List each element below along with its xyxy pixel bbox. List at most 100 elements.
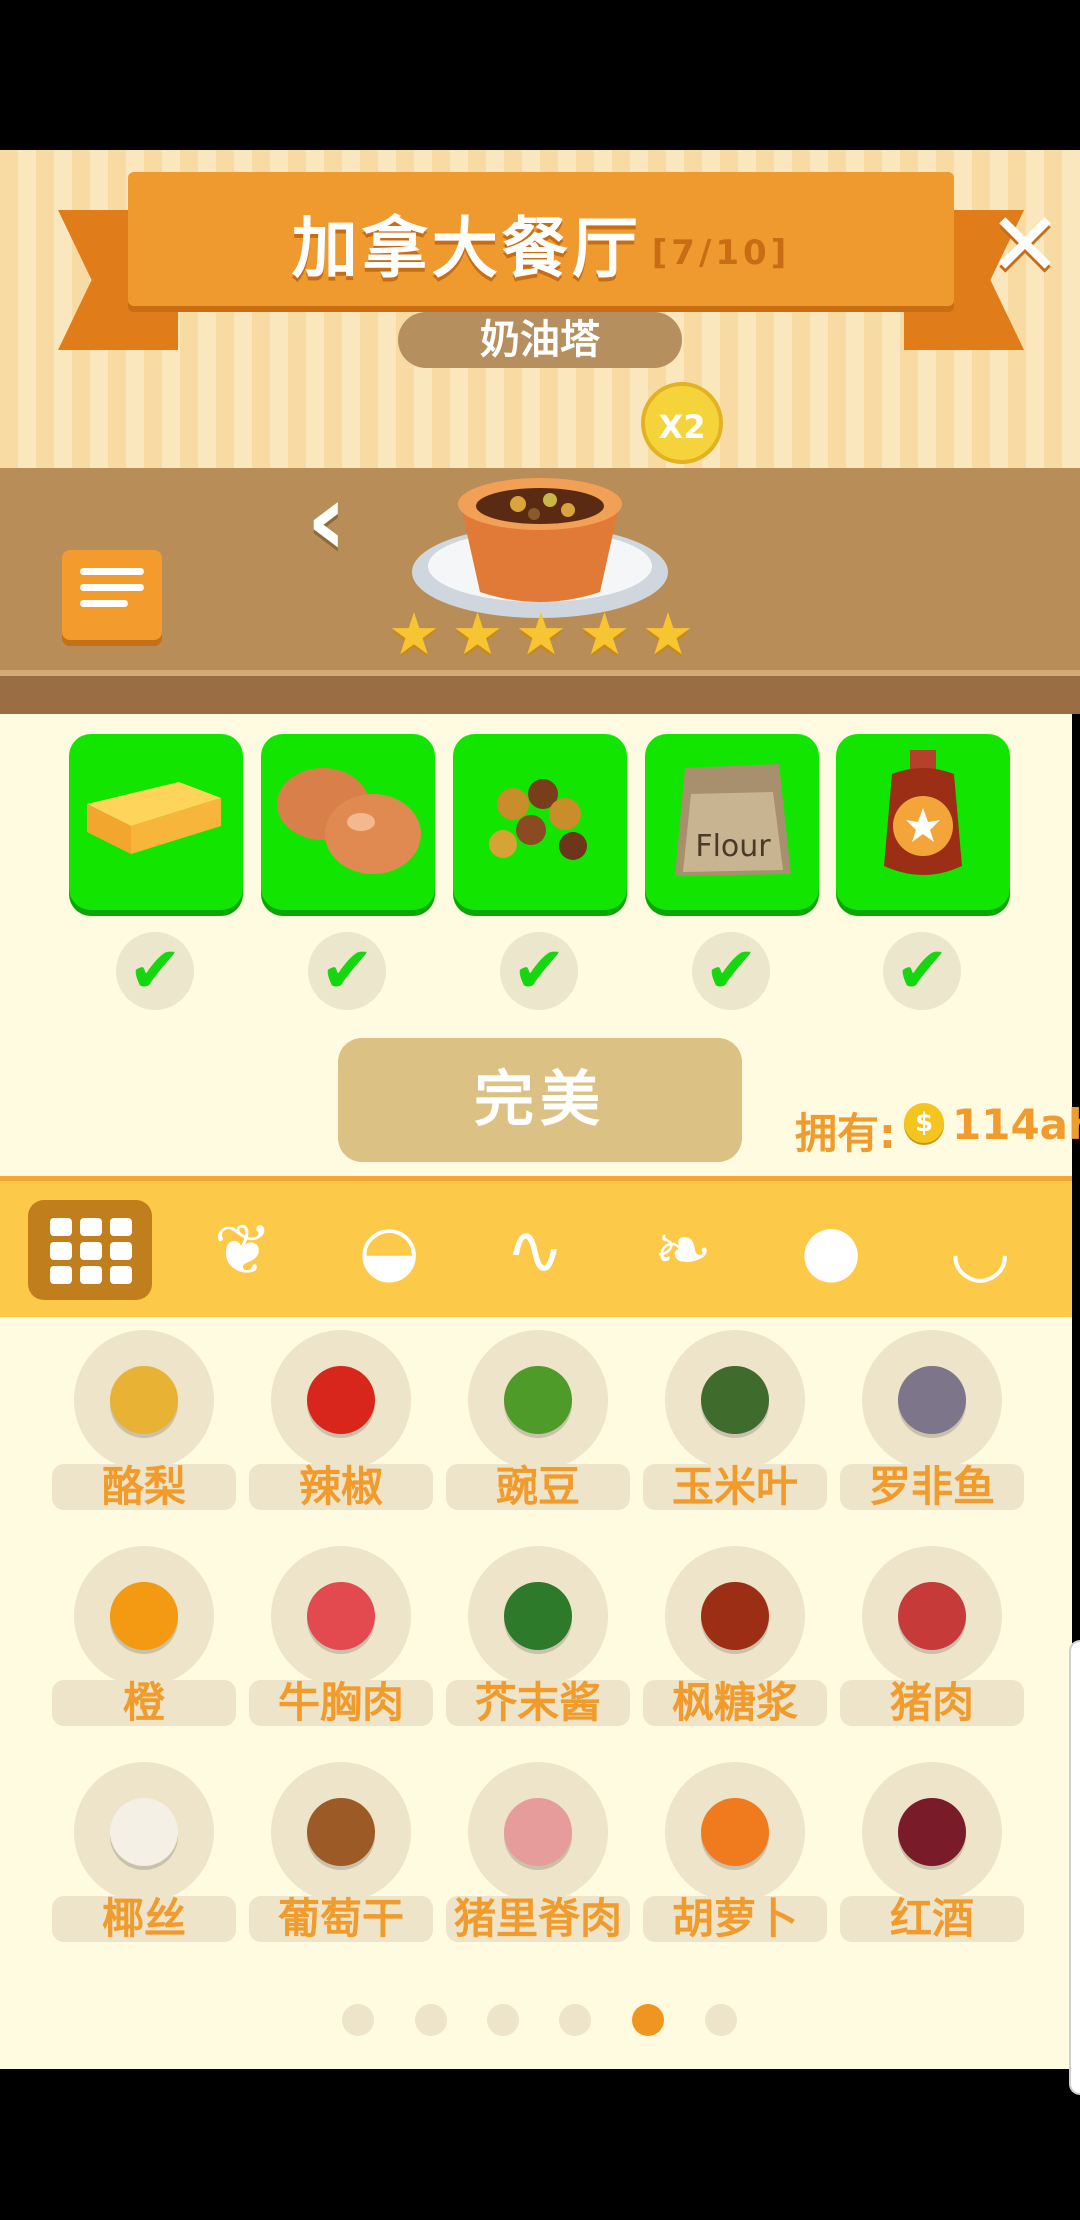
recipe-ingredient-tile[interactable] <box>453 734 627 910</box>
recipe-ingredient-tile[interactable] <box>836 734 1010 910</box>
ingredient-cell[interactable]: 芥末酱 <box>446 1546 630 1732</box>
ingredient-label: 枫糖浆 <box>643 1680 827 1726</box>
ingredient-image <box>271 1546 411 1686</box>
page-dot-active[interactable] <box>632 2004 664 2036</box>
grid-icon-square <box>110 1242 132 1260</box>
pea-pod-icon[interactable]: ❧ <box>628 1200 738 1300</box>
perfect-button[interactable]: 完美 <box>338 1038 742 1162</box>
ingredient-cell[interactable]: 胡萝卜 <box>643 1762 827 1948</box>
ingredient-label: 牛胸肉 <box>249 1680 433 1726</box>
ingredient-cell[interactable]: 豌豆 <box>446 1330 630 1516</box>
ingredient-image <box>74 1762 214 1902</box>
raisins-icon <box>307 1798 375 1866</box>
grid-icon-square <box>50 1218 72 1236</box>
ingredient-cell[interactable]: 牛胸肉 <box>249 1546 433 1732</box>
wine-bottle-icon <box>898 1798 966 1866</box>
ingredient-cell[interactable]: 辣椒 <box>249 1330 433 1516</box>
check-icon: ✔ <box>308 932 386 1010</box>
ingredient-cell[interactable]: 橙 <box>52 1546 236 1732</box>
maple-syrup-icon <box>884 750 962 875</box>
tab-all[interactable] <box>28 1200 152 1300</box>
stage-base <box>0 676 1080 714</box>
ingredient-image <box>862 1330 1002 1470</box>
star-icon: ★ <box>515 600 567 668</box>
owned-label: 拥有: <box>795 1109 896 1158</box>
ingredient-label: 酪梨 <box>52 1464 236 1510</box>
recipe-ingredient-tile[interactable] <box>261 734 435 910</box>
grid-icon-square <box>110 1266 132 1284</box>
maple-syrup-icon <box>701 1582 769 1650</box>
ingredient-label: 豌豆 <box>446 1464 630 1510</box>
grid-icon-square <box>80 1218 102 1236</box>
ingredient-cell[interactable]: 罗非鱼 <box>840 1330 1024 1516</box>
flour-bag-icon: Flour <box>675 764 791 876</box>
book-line <box>80 600 128 607</box>
pork-icon <box>898 1582 966 1650</box>
chevron-left-icon: ‹ <box>306 461 348 578</box>
ingredient-cell[interactable]: 红酒 <box>840 1762 1024 1948</box>
recipe-ingredient-tile[interactable]: Flour <box>645 734 819 910</box>
ingredient-image <box>74 1546 214 1686</box>
svg-text:Flour: Flour <box>695 829 771 864</box>
ingredient-cell[interactable]: 玉米叶 <box>643 1330 827 1516</box>
ingredient-cell[interactable]: 猪里脊肉 <box>446 1762 630 1948</box>
ingredient-image <box>271 1330 411 1470</box>
ingredient-image <box>665 1546 805 1686</box>
grid-icon-square <box>50 1242 72 1260</box>
peas-icon <box>504 1366 572 1434</box>
wasabi-bottle-icon <box>504 1582 572 1650</box>
page-title: 加拿大餐厅 [7/10] <box>128 195 954 291</box>
check-icon: ✔ <box>500 932 578 1010</box>
side-handle[interactable] <box>1069 1640 1080 2095</box>
apple-icon[interactable]: ● <box>776 1200 886 1300</box>
page-dot[interactable] <box>487 2004 519 2036</box>
ingredient-cell[interactable]: 酪梨 <box>52 1330 236 1516</box>
ingredient-label: 芥末酱 <box>446 1680 630 1726</box>
ingredient-label: 玉米叶 <box>643 1464 827 1510</box>
page-dot[interactable] <box>342 2004 374 2036</box>
dish-rating: ★ ★ ★ ★ ★ <box>388 604 694 664</box>
shrimp-icon[interactable]: ∿ <box>480 1200 590 1300</box>
restaurant-name: 加拿大餐厅 <box>291 210 642 287</box>
star-icon: ★ <box>642 600 694 668</box>
star-icon: ★ <box>578 600 631 668</box>
ingredient-image <box>665 1330 805 1470</box>
ingredient-label: 猪肉 <box>840 1680 1024 1726</box>
dish-name: 奶油塔 <box>398 312 682 368</box>
multiplier-badge: X2 <box>641 382 723 464</box>
check-icon: ✔ <box>116 932 194 1010</box>
close-button[interactable]: ✕ <box>985 201 1065 289</box>
book-line <box>80 584 144 591</box>
coconut-icon <box>110 1798 178 1866</box>
page-dot[interactable] <box>705 2004 737 2036</box>
page-dot[interactable] <box>559 2004 591 2036</box>
grid-icon-square <box>80 1266 102 1284</box>
recipe-book-button[interactable] <box>62 550 162 640</box>
star-icon: ★ <box>388 600 440 668</box>
page-dot[interactable] <box>415 2004 447 2036</box>
prev-dish-button[interactable]: ‹ <box>306 470 376 570</box>
salad-bowl-icon[interactable]: ◡ <box>925 1200 1035 1300</box>
wheat-icon[interactable]: ❦ <box>188 1200 298 1300</box>
grid-icon-square <box>80 1242 102 1260</box>
ingredient-image <box>74 1330 214 1470</box>
grid-icon-square <box>50 1266 72 1284</box>
red-pepper-icon <box>307 1366 375 1434</box>
ingredient-label: 椰丝 <box>52 1896 236 1942</box>
pear-icon <box>110 1366 178 1434</box>
ingredient-cell[interactable]: 葡萄干 <box>249 1762 433 1948</box>
meat-icon[interactable]: ◒ <box>334 1200 444 1300</box>
ingredient-cell[interactable]: 椰丝 <box>52 1762 236 1948</box>
ingredient-cell[interactable]: 猪肉 <box>840 1546 1024 1732</box>
ingredient-label: 红酒 <box>840 1896 1024 1942</box>
ingredient-image <box>468 1546 608 1686</box>
grid-icon-square <box>110 1218 132 1236</box>
recipe-ingredient-tile[interactable] <box>69 734 243 910</box>
pork-loin-icon <box>504 1798 572 1866</box>
orange-icon <box>110 1582 178 1650</box>
book-line <box>80 568 144 575</box>
star-icon: ★ <box>451 600 504 668</box>
ingredient-label: 猪里脊肉 <box>446 1896 630 1942</box>
butter-icon <box>87 782 221 854</box>
ingredient-cell[interactable]: 枫糖浆 <box>643 1546 827 1732</box>
